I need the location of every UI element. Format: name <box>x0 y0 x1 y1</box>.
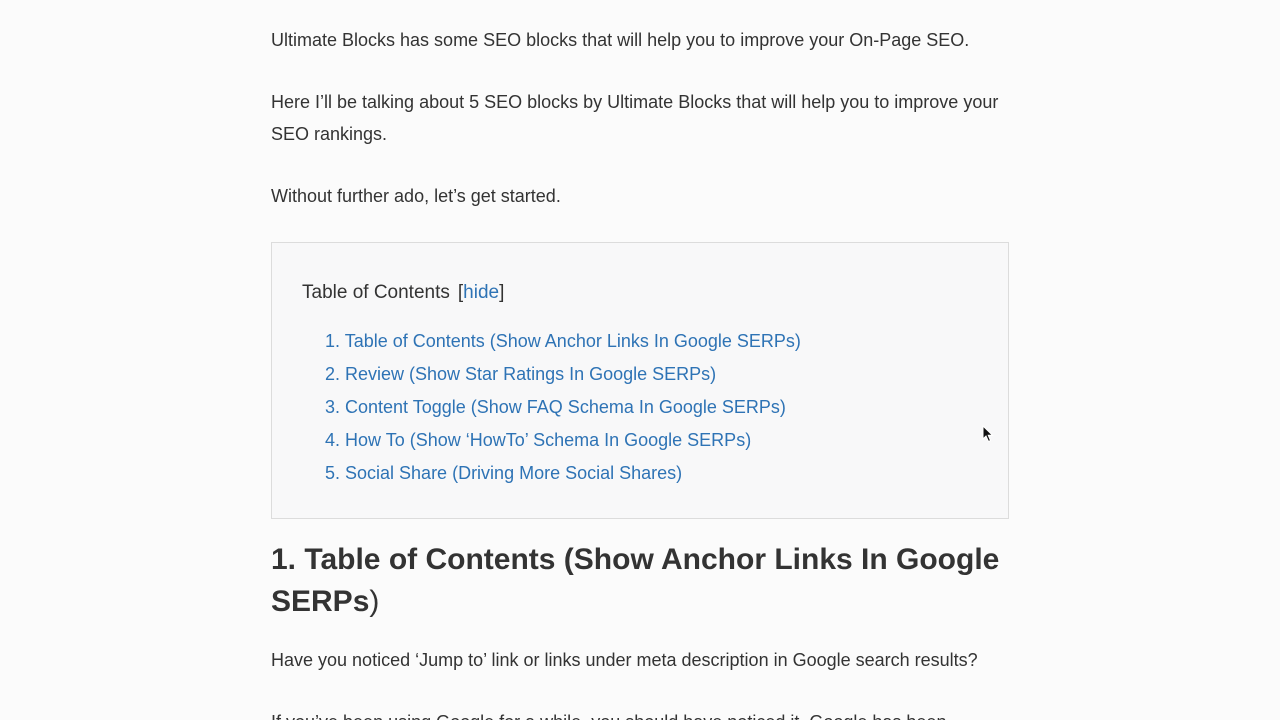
mouse-pointer-icon <box>982 425 994 443</box>
toc-link-how-to[interactable]: 4. How To (Show ‘HowTo’ Schema In Google… <box>325 430 751 450</box>
toc-link-table-of-contents[interactable]: 1. Table of Contents (Show Anchor Links … <box>325 331 801 351</box>
section-paragraph-1: Have you noticed ‘Jump to’ link or links… <box>271 650 978 670</box>
toc-item: 2. Review (Show Star Ratings In Google S… <box>325 358 801 391</box>
intro-paragraph-1: Ultimate Blocks has some SEO blocks that… <box>271 30 970 50</box>
section-heading-close: ) <box>369 585 380 618</box>
section-heading: 1. Table of Contents (Show Anchor Links … <box>271 539 1009 623</box>
intro-paragraph-2: Here I’ll be talking about 5 SEO blocks … <box>271 92 999 144</box>
toc-title: Table of Contents <box>302 282 450 303</box>
toc-item: 5. Social Share (Driving More Social Sha… <box>325 457 801 490</box>
intro-paragraph-3: Without further ado, let’s get started. <box>271 186 561 206</box>
toc-item: 3. Content Toggle (Show FAQ Schema In Go… <box>325 391 801 424</box>
toc-item: 4. How To (Show ‘HowTo’ Schema In Google… <box>325 424 801 457</box>
toc-title-row: Table of Contents [hide] <box>302 279 504 307</box>
toc-toggle-close-bracket: ] <box>499 282 505 303</box>
toc-link-social-share[interactable]: 5. Social Share (Driving More Social Sha… <box>325 463 682 483</box>
table-of-contents: Table of Contents [hide] 1. Table of Cont… <box>271 242 1009 519</box>
toc-list: 1. Table of Contents (Show Anchor Links … <box>325 325 801 490</box>
section-heading-text: 1. Table of Contents (Show Anchor Links … <box>271 543 1000 618</box>
toc-item: 1. Table of Contents (Show Anchor Links … <box>325 325 801 358</box>
toc-link-review[interactable]: 2. Review (Show Star Ratings In Google S… <box>325 364 716 384</box>
section-paragraph-2: If you’ve been using Google for a while,… <box>271 706 1009 720</box>
toc-link-content-toggle[interactable]: 3. Content Toggle (Show FAQ Schema In Go… <box>325 397 786 417</box>
toc-hide-toggle[interactable]: hide <box>463 282 499 303</box>
